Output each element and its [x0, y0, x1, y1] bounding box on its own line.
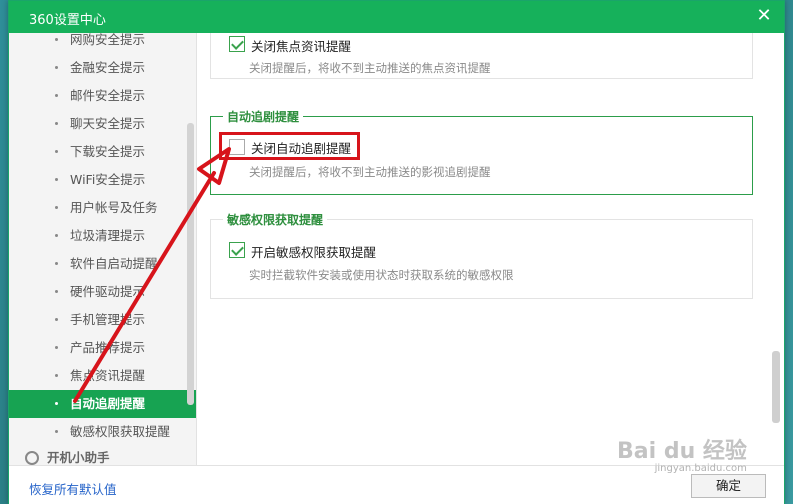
focus-news-checkbox-label: 关闭焦点资讯提醒 [251, 39, 352, 54]
sidebar-item-label: 手机管理提示 [70, 312, 146, 327]
bullet-icon [55, 346, 58, 349]
sidebar-item-label: 产品推荐提示 [70, 340, 146, 355]
sidebar-item-label: 敏感权限获取提醒 [70, 424, 171, 439]
bullet-icon [55, 206, 58, 209]
sidebar-item-label: 下载安全提示 [70, 144, 146, 159]
sidebar-item-focus-news[interactable]: 焦点资讯提醒 [9, 362, 196, 390]
sensitive-permission-checkbox[interactable] [229, 242, 245, 258]
sidebar-item-label: 垃圾清理提示 [70, 228, 146, 243]
sidebar-item-label: 金融安全提示 [70, 60, 146, 75]
sidebar-item-auto-drama[interactable]: 自动追剧提醒 [9, 390, 196, 418]
settings-content: 关闭焦点资讯提醒 关闭提醒后，将收不到主动推送的焦点资讯提醒 自动追剧提醒 关闭… [198, 33, 785, 465]
sidebar-group-boot-assistant[interactable]: 开机小助手 [9, 446, 196, 465]
sidebar-item-label: 自动追剧提醒 [70, 396, 146, 411]
sensitive-permission-checkbox-label: 开启敏感权限获取提醒 [251, 245, 377, 260]
bullet-icon [55, 430, 58, 433]
sidebar-item-finance[interactable]: 金融安全提示 [9, 54, 196, 82]
section-title: 自动追剧提醒 [223, 108, 304, 125]
close-icon[interactable]: ✕ [754, 5, 774, 27]
sidebar-item-chat[interactable]: 聊天安全提示 [9, 110, 196, 138]
sidebar-item-online-shopping[interactable]: 网购安全提示 [9, 33, 196, 54]
bullet-icon [55, 402, 58, 405]
watermark-brand: Bai du 经验 [617, 439, 747, 464]
bullet-icon [55, 178, 58, 181]
section-sensitive-permission: 敏感权限获取提醒 开启敏感权限获取提醒 实时拦截软件安装或使用状态时获取系统的敏… [210, 211, 753, 299]
sidebar-item-label: 网购安全提示 [70, 33, 146, 47]
sidebar-item-wifi[interactable]: WiFi安全提示 [9, 166, 196, 194]
sidebar-item-sensitive-permission[interactable]: 敏感权限获取提醒 [9, 418, 196, 446]
focus-news-checkbox[interactable] [229, 36, 245, 52]
sidebar-item-email[interactable]: 邮件安全提示 [9, 82, 196, 110]
bullet-icon [55, 374, 58, 377]
gear-icon [25, 451, 39, 465]
auto-drama-description: 关闭提醒后，将收不到主动推送的影视追剧提醒 [249, 165, 491, 179]
focus-news-description: 关闭提醒后，将收不到主动推送的焦点资讯提醒 [249, 61, 491, 75]
sidebar-item-label: 软件自启动提醒 [70, 256, 158, 271]
sidebar-item-label: 聊天安全提示 [70, 116, 146, 131]
bullet-icon [55, 122, 58, 125]
ok-button[interactable]: 确定 [691, 474, 766, 498]
watermark-url: jingyan.baidu.com [654, 463, 747, 474]
sidebar: 网购安全提示 金融安全提示 邮件安全提示 聊天安全提示 下载安全提示 WiFi安… [9, 33, 197, 465]
sidebar-scrollbar[interactable] [187, 123, 194, 405]
sidebar-item-label: 邮件安全提示 [70, 88, 146, 103]
annotation-highlight-box [219, 132, 360, 160]
sidebar-item-download[interactable]: 下载安全提示 [9, 138, 196, 166]
sidebar-item-drivers[interactable]: 硬件驱动提示 [9, 278, 196, 306]
bullet-icon [55, 290, 58, 293]
sidebar-item-products[interactable]: 产品推荐提示 [9, 334, 196, 362]
sidebar-item-label: 焦点资讯提醒 [70, 368, 146, 383]
bullet-icon [55, 262, 58, 265]
settings-window: 360设置中心 ✕ 网购安全提示 金融安全提示 邮件安全提示 聊天安全提示 下载… [8, 0, 785, 504]
watermark-logo: Bai du 经验 jingyan.baidu.com [617, 433, 747, 474]
sidebar-group-label: 开机小助手 [47, 450, 110, 465]
window-title: 360设置中心 [29, 13, 106, 28]
content-scrollbar[interactable] [772, 351, 780, 423]
bullet-icon [55, 318, 58, 321]
sidebar-item-accounts[interactable]: 用户帐号及任务 [9, 194, 196, 222]
bullet-icon [55, 234, 58, 237]
bullet-icon [55, 94, 58, 97]
sidebar-item-label: 硬件驱动提示 [70, 284, 146, 299]
section-focus-news: 关闭焦点资讯提醒 关闭提醒后，将收不到主动推送的焦点资讯提醒 [210, 33, 753, 79]
sidebar-item-phone[interactable]: 手机管理提示 [9, 306, 196, 334]
title-bar: 360设置中心 ✕ [9, 1, 784, 33]
sidebar-item-autostart[interactable]: 软件自启动提醒 [9, 250, 196, 278]
sidebar-item-label: WiFi安全提示 [70, 172, 146, 187]
sidebar-item-label: 用户帐号及任务 [70, 200, 158, 215]
restore-defaults-link[interactable]: 恢复所有默认值 [29, 479, 117, 498]
bullet-icon [55, 38, 58, 41]
bullet-icon [55, 150, 58, 153]
bullet-icon [55, 66, 58, 69]
sidebar-item-cleanup[interactable]: 垃圾清理提示 [9, 222, 196, 250]
section-title: 敏感权限获取提醒 [223, 211, 328, 228]
sensitive-permission-description: 实时拦截软件安装或使用状态时获取系统的敏感权限 [249, 268, 514, 282]
